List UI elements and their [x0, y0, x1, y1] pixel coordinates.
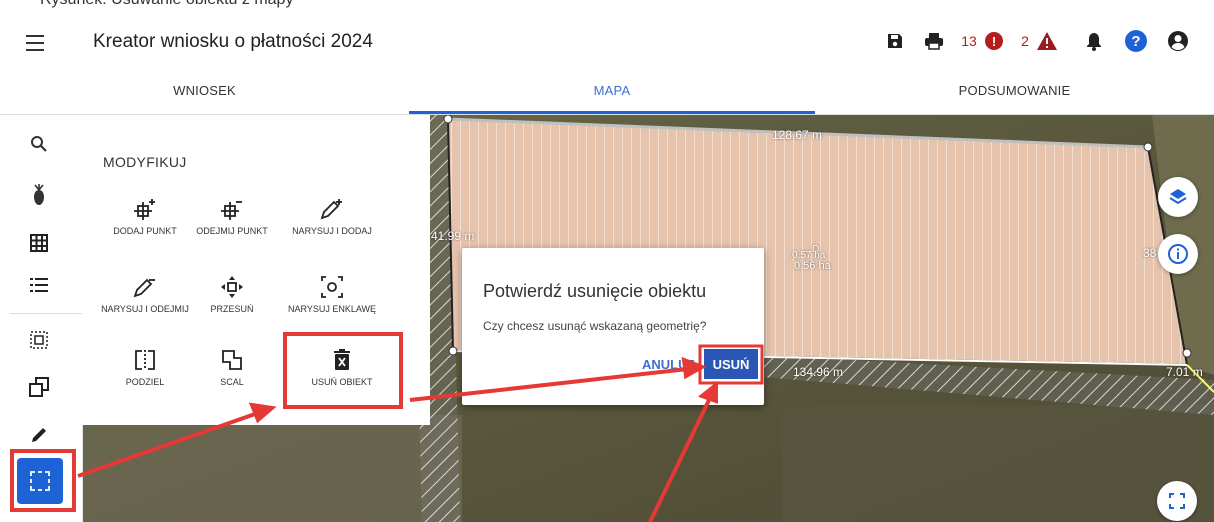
- left-toolbar: [0, 115, 83, 522]
- search-icon[interactable]: [24, 129, 54, 159]
- notifications-bell-icon[interactable]: [1082, 30, 1106, 52]
- errors-count: 13: [961, 33, 977, 49]
- tool-label: NARYSUJ I DODAJ: [292, 226, 372, 236]
- warning-icon[interactable]: [1034, 30, 1060, 52]
- tab-bar: WNIOSEK MAPA PODSUMOWANIE: [0, 66, 1214, 115]
- copy-geometry-icon[interactable]: [24, 372, 54, 402]
- account-icon[interactable]: [1166, 30, 1190, 52]
- enclave-icon: [321, 276, 343, 298]
- remove-vertex-icon: [221, 201, 242, 220]
- print-icon[interactable]: [922, 30, 946, 52]
- merge-icon: [222, 350, 242, 370]
- list-icon[interactable]: [24, 270, 54, 300]
- tool-label: DODAJ PUNKT: [113, 226, 177, 236]
- help-icon[interactable]: ?: [1124, 30, 1148, 52]
- app-title: Kreator wniosku o płatności 2024: [93, 31, 373, 52]
- tool-remove-vertex[interactable]: ODEJMIJ PUNKT: [187, 196, 277, 236]
- tool-label: ODEJMIJ PUNKT: [196, 226, 268, 236]
- edit-pencil-icon[interactable]: [24, 420, 54, 450]
- area-label-b: 0.56 ha: [794, 260, 831, 272]
- info-button[interactable]: [1158, 234, 1198, 274]
- tool-label: SCAL: [220, 377, 244, 387]
- modify-tool-button[interactable]: [17, 458, 63, 504]
- draw-add-icon: [320, 199, 342, 220]
- select-area-icon[interactable]: [24, 325, 54, 355]
- crop-icon[interactable]: [24, 180, 54, 210]
- caption-strip: Rysunek: Usuwanie obiektu z mapy: [0, 0, 1214, 20]
- tool-label: PRZESUŃ: [210, 304, 254, 314]
- move-icon: [221, 276, 243, 298]
- dialog-message: Czy chcesz usunąć wskazaną geometrię?: [483, 319, 707, 333]
- measure-bottom: 134.96 m: [793, 365, 844, 379]
- tool-label: USUŃ OBIEKT: [311, 377, 373, 387]
- toolbar-divider: [10, 313, 82, 314]
- fullscreen-button[interactable]: [1157, 481, 1197, 521]
- tool-delete-object[interactable]: USUŃ OBIEKT: [297, 347, 387, 387]
- tab-wniosek[interactable]: WNIOSEK: [0, 66, 409, 114]
- measure-bottom-right: 7.01 m: [1166, 365, 1203, 379]
- split-icon: [135, 350, 155, 370]
- delete-object-icon: [334, 349, 350, 370]
- layers-icon: [1169, 189, 1187, 205]
- cancel-button[interactable]: ANULUJ: [642, 357, 695, 372]
- tab-podsumowanie[interactable]: PODSUMOWANIE: [815, 66, 1214, 114]
- active-tab-indicator: [409, 111, 815, 114]
- measure-left: 41.99 m: [431, 229, 475, 243]
- draw-subtract-icon: [133, 278, 155, 298]
- caption-text: Rysunek: Usuwanie obiektu z mapy: [40, 0, 293, 9]
- tool-enclave[interactable]: NARYSUJ ENKLAWĘ: [287, 274, 377, 314]
- tool-label: NARYSUJ ENKLAWĘ: [287, 304, 377, 314]
- save-icon[interactable]: [884, 30, 906, 52]
- measure-right: 38: [1143, 246, 1157, 260]
- tool-move[interactable]: PRZESUŃ: [187, 274, 277, 314]
- measure-top: 128.67 m: [772, 128, 823, 142]
- fullscreen-icon: [1169, 493, 1185, 509]
- tool-draw-subtract[interactable]: NARYSUJ I ODEJMIJ: [100, 274, 190, 314]
- layers-button[interactable]: [1158, 177, 1198, 217]
- tab-mapa[interactable]: MAPA: [409, 66, 815, 114]
- panel-title: MODYFIKUJ: [103, 154, 187, 170]
- tool-split[interactable]: PODZIEL: [100, 347, 190, 387]
- tool-add-vertex[interactable]: DODAJ PUNKT: [100, 196, 190, 236]
- tool-draw-add[interactable]: NARYSUJ I DODAJ: [287, 196, 377, 236]
- error-icon[interactable]: !: [983, 30, 1005, 52]
- tool-label: PODZIEL: [125, 377, 165, 387]
- warnings-count: 2: [1021, 33, 1029, 49]
- tool-label: NARYSUJ I ODEJMIJ: [101, 304, 189, 314]
- hamburger-menu-icon[interactable]: [26, 35, 44, 51]
- add-vertex-icon: [134, 199, 155, 220]
- dialog-title: Potwierdź usunięcie obiektu: [483, 281, 707, 301]
- tool-merge[interactable]: SCAL: [187, 347, 277, 387]
- info-icon: [1168, 244, 1188, 264]
- grid-table-icon[interactable]: [24, 228, 54, 258]
- confirm-delete-button[interactable]: USUŃ: [704, 349, 758, 379]
- modify-area-icon: [30, 471, 50, 491]
